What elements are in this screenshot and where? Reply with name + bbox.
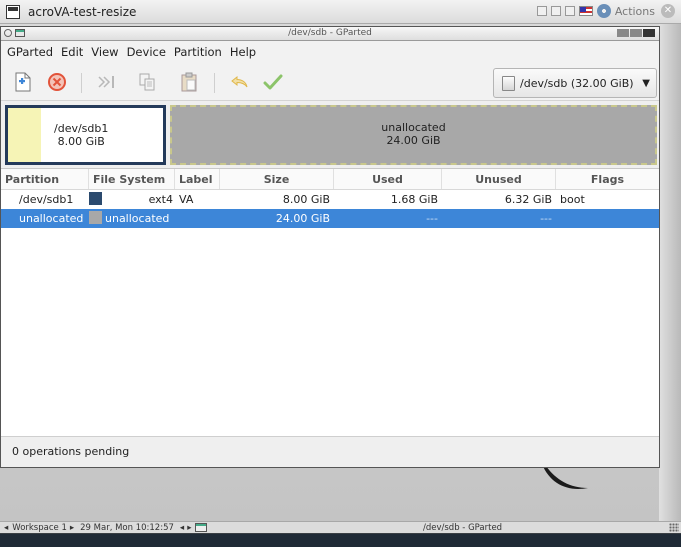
task-prev-icon[interactable]: ◂ xyxy=(180,523,184,533)
cell-size: 8.00 GiB xyxy=(282,193,330,206)
new-partition-button[interactable] xyxy=(10,69,36,95)
outer-window-titlebar: acroVA-test-resize Actions ✕ xyxy=(0,0,681,24)
menu-view[interactable]: View xyxy=(87,45,122,59)
restore-icon[interactable] xyxy=(550,6,561,16)
apply-button[interactable] xyxy=(260,69,286,95)
column-file-system[interactable]: File System xyxy=(89,169,175,189)
outer-window-title: acroVA-test-resize xyxy=(28,4,137,19)
gear-icon[interactable] xyxy=(596,4,611,18)
map-sdb1-name: /dev/sdb1 xyxy=(54,122,109,135)
menu-device[interactable]: Device xyxy=(123,45,170,59)
clock: 29 Mar, Mon 10:12:57 xyxy=(80,522,174,533)
cell-used: 1.68 GiB xyxy=(390,193,438,206)
taskbar: ◂ Workspace 1 ▸ 29 Mar, Mon 10:12:57 ◂ ▸… xyxy=(0,521,681,533)
cell-fs-name: unallocated xyxy=(105,212,170,225)
toolbar: /dev/sdb (32.00 GiB) ▼ xyxy=(1,63,659,101)
paste-icon xyxy=(181,72,197,92)
new-partition-icon xyxy=(15,72,31,92)
close-button[interactable] xyxy=(643,29,655,37)
column-used[interactable]: Used xyxy=(334,169,442,189)
fs-color-swatch xyxy=(89,211,102,224)
desktop-edge xyxy=(659,24,681,522)
map-sdb1-size: 8.00 GiB xyxy=(57,135,105,148)
copy-icon xyxy=(139,73,155,91)
apply-icon xyxy=(263,74,283,90)
cell-label xyxy=(175,209,220,228)
menu-help[interactable]: Help xyxy=(226,45,260,59)
cell-fs-name: ext4 xyxy=(148,193,173,206)
partition-map: /dev/sdb1 8.00 GiB unallocated 24.00 GiB xyxy=(5,105,657,165)
task-next-icon[interactable]: ▸ xyxy=(187,523,191,533)
column-unused[interactable]: Unused xyxy=(442,169,556,189)
column-size[interactable]: Size xyxy=(220,169,334,189)
close-icon[interactable]: ✕ xyxy=(661,4,675,18)
partition-map-sdb1[interactable]: /dev/sdb1 8.00 GiB xyxy=(5,105,166,165)
toolbar-separator xyxy=(214,73,215,93)
minimize-icon[interactable] xyxy=(536,6,547,16)
table-row-selected[interactable]: unallocated unallocated 24.00 GiB --- --… xyxy=(1,209,659,228)
device-selector[interactable]: /dev/sdb (32.00 GiB) ▼ xyxy=(493,68,657,98)
column-label[interactable]: Label xyxy=(175,169,220,189)
gparted-titlebar: /dev/sdb - GParted xyxy=(1,27,659,41)
resize-grip-icon[interactable] xyxy=(669,523,679,532)
cell-used: --- xyxy=(426,212,438,225)
menubar: GParted Edit View Device Partition Help xyxy=(1,41,659,63)
disk-icon xyxy=(502,75,515,91)
gparted-task-icon[interactable] xyxy=(195,523,208,532)
maximize-icon[interactable] xyxy=(564,6,575,16)
gparted-window-title: /dev/sdb - GParted xyxy=(288,28,372,38)
cell-unused: 6.32 GiB xyxy=(504,193,552,206)
flag-icon[interactable] xyxy=(578,6,593,16)
outer-window-controls: Actions ✕ xyxy=(536,4,675,18)
workspace-prev-icon[interactable]: ◂ xyxy=(4,523,8,533)
paste-button[interactable] xyxy=(176,69,202,95)
delete-icon xyxy=(48,73,66,91)
partition-map-unallocated[interactable]: unallocated 24.00 GiB xyxy=(170,105,657,165)
undo-button[interactable] xyxy=(227,69,253,95)
copy-button[interactable] xyxy=(134,69,160,95)
cell-file-system: unallocated xyxy=(89,209,175,228)
minimize-button[interactable] xyxy=(617,29,629,37)
chevron-down-icon: ▼ xyxy=(642,78,650,89)
used-space-fill xyxy=(8,108,41,162)
workspace-next-icon[interactable]: ▸ xyxy=(70,523,74,533)
workspace-label[interactable]: Workspace 1 xyxy=(12,523,67,533)
fs-color-swatch xyxy=(89,192,102,205)
cell-label: VA xyxy=(179,193,194,206)
cell-partition: unallocated xyxy=(19,212,84,225)
column-flags[interactable]: Flags xyxy=(556,169,659,189)
cell-file-system: ext4 xyxy=(89,190,175,209)
menu-partition[interactable]: Partition xyxy=(170,45,226,59)
bottom-edge xyxy=(0,534,681,547)
delete-button[interactable] xyxy=(44,69,70,95)
gparted-window-buttons xyxy=(617,29,655,37)
map-unallocated-size: 24.00 GiB xyxy=(386,134,441,147)
toolbar-separator xyxy=(81,73,82,93)
partition-table: Partition File System Label Size Used Un… xyxy=(1,168,659,436)
map-unallocated-name: unallocated xyxy=(381,121,446,134)
resize-move-button[interactable] xyxy=(94,69,120,95)
status-bar: 0 operations pending xyxy=(1,436,659,467)
table-header: Partition File System Label Size Used Un… xyxy=(1,169,659,190)
table-row[interactable]: /dev/sdb1 ext4 VA 8.00 GiB 1.68 GiB 6.32… xyxy=(1,190,659,209)
menu-gparted[interactable]: GParted xyxy=(3,45,57,59)
undo-icon xyxy=(231,75,248,88)
cell-unused: --- xyxy=(540,212,552,225)
maximize-button[interactable] xyxy=(630,29,642,37)
actions-menu[interactable]: Actions xyxy=(615,5,655,18)
cell-size: 24.00 GiB xyxy=(275,212,330,225)
cell-flags xyxy=(556,209,656,228)
menu-edit[interactable]: Edit xyxy=(57,45,87,59)
device-selector-label: /dev/sdb (32.00 GiB) xyxy=(520,76,634,90)
column-partition[interactable]: Partition xyxy=(1,169,89,189)
cell-partition: /dev/sdb1 xyxy=(19,193,74,206)
task-title[interactable]: /dev/sdb - GParted xyxy=(423,523,502,533)
window-icon xyxy=(6,4,20,19)
resize-move-icon xyxy=(98,76,114,88)
cell-flags: boot xyxy=(560,193,585,206)
gparted-window: /dev/sdb - GParted GParted Edit View Dev… xyxy=(0,26,660,468)
